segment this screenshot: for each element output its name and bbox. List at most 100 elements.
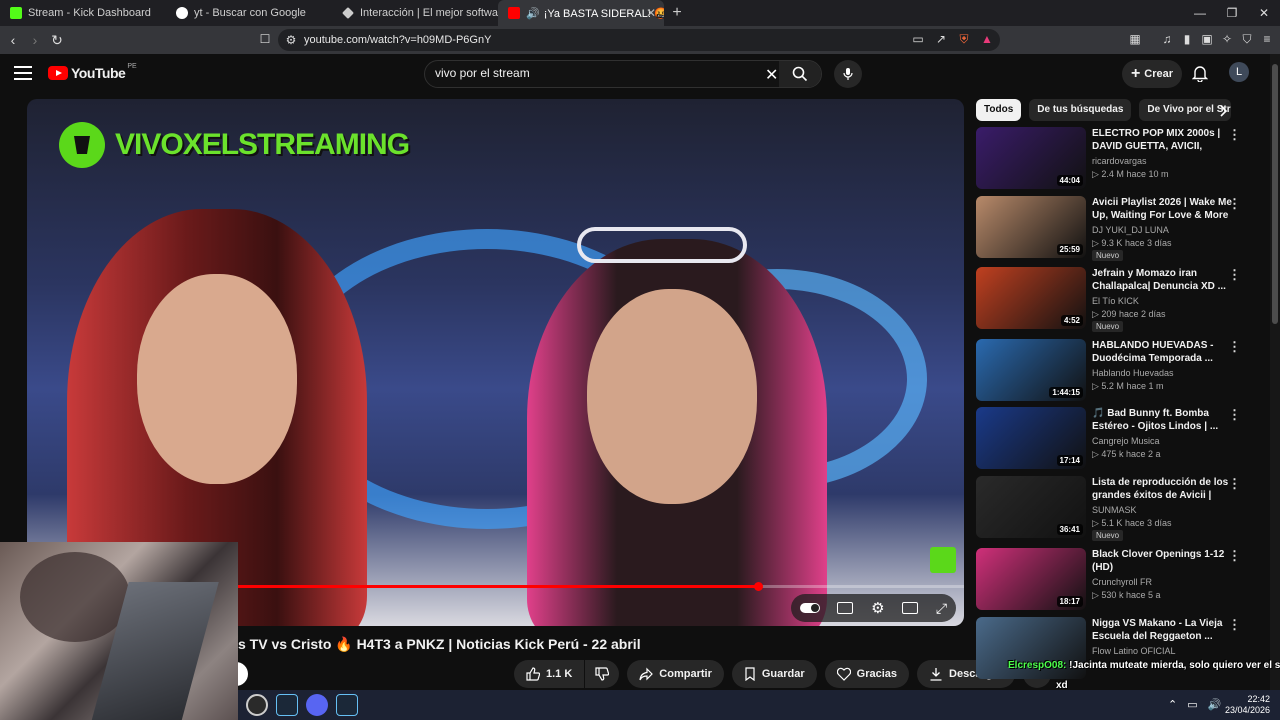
like-button[interactable]: 1.1 K	[514, 660, 585, 688]
recommendation-card[interactable]: 44:04 ELECTRO POP MIX 2000s | DAVID GUETT…	[976, 127, 1268, 191]
miniplayer-icon[interactable]	[902, 602, 919, 614]
video-title-link[interactable]: HABLANDO HUEVADAS - Duodécima Temporada …	[1092, 339, 1232, 365]
chip-all[interactable]: Todos	[976, 99, 1022, 121]
thanks-button[interactable]: Gracias	[824, 660, 910, 688]
video-title-link[interactable]: Lista de reproducción de los grandes éxi…	[1092, 476, 1232, 502]
tab-interaccion[interactable]: Interacción | El mejor software para p	[332, 0, 498, 26]
chips-next-icon[interactable]	[1220, 104, 1228, 122]
speaker-icon[interactable]: 🔊	[526, 7, 540, 20]
notifications-button[interactable]	[1191, 64, 1209, 87]
video-title-link[interactable]: Black Clover Openings 1-12 (HD)	[1092, 548, 1232, 574]
clear-search-icon[interactable]: ✕	[765, 65, 778, 85]
tab-kick-dashboard[interactable]: Stream - Kick Dashboard	[0, 0, 166, 26]
close-window-icon[interactable]: ✕	[1248, 0, 1280, 26]
video-thumbnail[interactable]: 44:04	[976, 127, 1086, 189]
channel-name[interactable]: Crunchyroll FR	[1092, 577, 1152, 587]
recommendation-card[interactable]: 1:44:15 HABLANDO HUEVADAS - Duodécima Tem…	[976, 339, 1268, 403]
recommendation-card[interactable]: Nigga VS Makano - La Vieja Escuela del R…	[976, 617, 1268, 681]
recommendation-card[interactable]: 36:41 Lista de reproducción de los grande…	[976, 476, 1268, 541]
site-info-icon[interactable]: ⚙	[284, 33, 298, 47]
page-scrollbar[interactable]	[1270, 54, 1280, 690]
wallet-icon[interactable]: ▣	[1200, 32, 1214, 46]
fullscreen-icon[interactable]: ⤢	[936, 600, 947, 617]
discord-icon[interactable]	[306, 694, 328, 716]
more-options-icon[interactable]: ⋮	[1228, 339, 1241, 355]
more-options-icon[interactable]: ⋮	[1228, 127, 1241, 143]
more-options-icon[interactable]: ⋮	[1228, 476, 1241, 492]
menu-icon[interactable]: ≡	[1260, 32, 1274, 46]
progress-scrubber[interactable]	[753, 582, 763, 591]
chip-from-searches[interactable]: De tus búsquedas	[1029, 99, 1132, 121]
steam-icon[interactable]	[336, 694, 358, 716]
more-options-icon[interactable]: ⋮	[1228, 407, 1241, 423]
more-options-icon[interactable]: ⋮	[1228, 196, 1241, 212]
voice-search-button[interactable]	[834, 60, 862, 88]
sidebar-toggle-icon[interactable]: ▦	[1128, 32, 1142, 46]
share-button[interactable]: Compartir	[627, 660, 724, 688]
tray-overflow-icon[interactable]: ⌃	[1168, 698, 1177, 711]
network-icon[interactable]: ▭	[1187, 698, 1197, 711]
create-button[interactable]: + Crear	[1122, 60, 1182, 88]
recommendation-card[interactable]: 25:59 Avicii Playlist 2026 | Wake Me Up, …	[976, 196, 1268, 261]
channel-name[interactable]: SUNMASK	[1092, 505, 1137, 515]
video-thumbnail[interactable]: 25:59	[976, 196, 1086, 258]
settings-gear-icon[interactable]: ⚙	[871, 599, 884, 617]
dislike-button[interactable]	[585, 660, 620, 688]
recommendation-card[interactable]: 17:14 🎵 Bad Bunny ft. Bomba Estéreo - Oji…	[976, 407, 1268, 471]
video-title-link[interactable]: 🎵 Bad Bunny ft. Bomba Estéreo - Ojitos L…	[1092, 407, 1232, 433]
rewards-icon[interactable]: ▲	[980, 32, 994, 46]
steam-icon[interactable]	[276, 694, 298, 716]
more-options-icon[interactable]: ⋮	[1228, 267, 1241, 283]
video-thumbnail[interactable]: 1:44:15	[976, 339, 1086, 401]
subtitles-icon[interactable]	[837, 602, 854, 614]
channel-name[interactable]: ricardovargas	[1092, 156, 1147, 166]
search-button[interactable]	[779, 61, 821, 87]
hamburger-menu-icon[interactable]	[14, 66, 32, 80]
video-title-link[interactable]: ELECTRO POP MIX 2000s | DAVID GUETTA, AV…	[1092, 127, 1232, 153]
autoplay-toggle-icon[interactable]	[799, 603, 820, 613]
close-tab-icon[interactable]: ✕	[646, 6, 656, 20]
channel-name[interactable]: Cangrejo Musica	[1092, 436, 1160, 446]
save-button[interactable]: Guardar	[731, 660, 817, 688]
video-thumbnail[interactable]: 17:14	[976, 407, 1086, 469]
video-thumbnail[interactable]: 4:52	[976, 267, 1086, 329]
reader-icon[interactable]: ▮	[1180, 32, 1194, 46]
account-avatar[interactable]: L	[1229, 62, 1249, 82]
obs-icon[interactable]	[246, 694, 268, 716]
channel-name[interactable]: DJ YUKI_DJ LUNA	[1092, 225, 1169, 235]
leo-ai-icon[interactable]: ✧	[1220, 32, 1234, 46]
tab-google-search[interactable]: yt - Buscar con Google	[166, 0, 332, 26]
video-title-link[interactable]: Jefrain y Momazo iran Challapalca| Denun…	[1092, 267, 1232, 293]
cast-icon[interactable]: ▭	[911, 32, 925, 46]
channel-name[interactable]: Flow Latino OFICIAL	[1092, 646, 1176, 656]
video-thumbnail[interactable]: 36:41	[976, 476, 1086, 538]
brave-shield-icon[interactable]: ⛨	[957, 32, 971, 46]
channel-name[interactable]: El Tío KICK	[1092, 296, 1139, 306]
video-thumbnail[interactable]: 18:17	[976, 548, 1086, 610]
youtube-logo[interactable]: YouTube PE	[48, 63, 137, 81]
minimize-icon[interactable]: —	[1184, 0, 1216, 26]
scrollbar-thumb[interactable]	[1272, 64, 1278, 324]
more-options-icon[interactable]: ⋮	[1228, 548, 1241, 564]
new-tab-button[interactable]: +	[664, 4, 690, 22]
channel-name[interactable]: Hablando Huevadas	[1092, 368, 1174, 378]
music-icon[interactable]: ♫	[1160, 32, 1174, 46]
recommendation-card[interactable]: 4:52 Jefrain y Momazo iran Challapalca| D…	[976, 267, 1268, 332]
system-clock[interactable]: 22:42 23/04/2026	[1225, 694, 1270, 716]
restore-icon[interactable]: ❐	[1216, 0, 1248, 26]
more-options-icon[interactable]: ⋮	[1228, 617, 1241, 633]
search-input[interactable]	[435, 66, 755, 80]
video-title-link[interactable]: Avicii Playlist 2026 | Wake Me Up, Waiti…	[1092, 196, 1232, 222]
recommendation-card[interactable]: 18:17 Black Clover Openings 1-12 (HD) Crun…	[976, 548, 1268, 612]
forward-icon[interactable]: ›	[24, 32, 46, 48]
bookmark-icon[interactable]: ☐	[258, 32, 272, 46]
back-icon[interactable]: ‹	[2, 32, 24, 48]
tab-youtube-video[interactable]: 🔊 ¡Ya BASTA SIDERAL! 🤬 C ✕	[498, 0, 664, 26]
chip-from-channel[interactable]: De Vivo por el Strea	[1139, 99, 1232, 121]
reload-icon[interactable]: ↻	[46, 32, 68, 49]
share-icon[interactable]: ↗	[934, 32, 948, 46]
video-title-link[interactable]: Nigga VS Makano - La Vieja Escuela del R…	[1092, 617, 1232, 643]
vpn-icon[interactable]: ⛉	[1240, 32, 1254, 46]
volume-icon[interactable]: 🔊	[1208, 698, 1222, 711]
url-bar[interactable]: ⚙ youtube.com/watch?v=h09MD-P6GnY	[278, 29, 1000, 51]
